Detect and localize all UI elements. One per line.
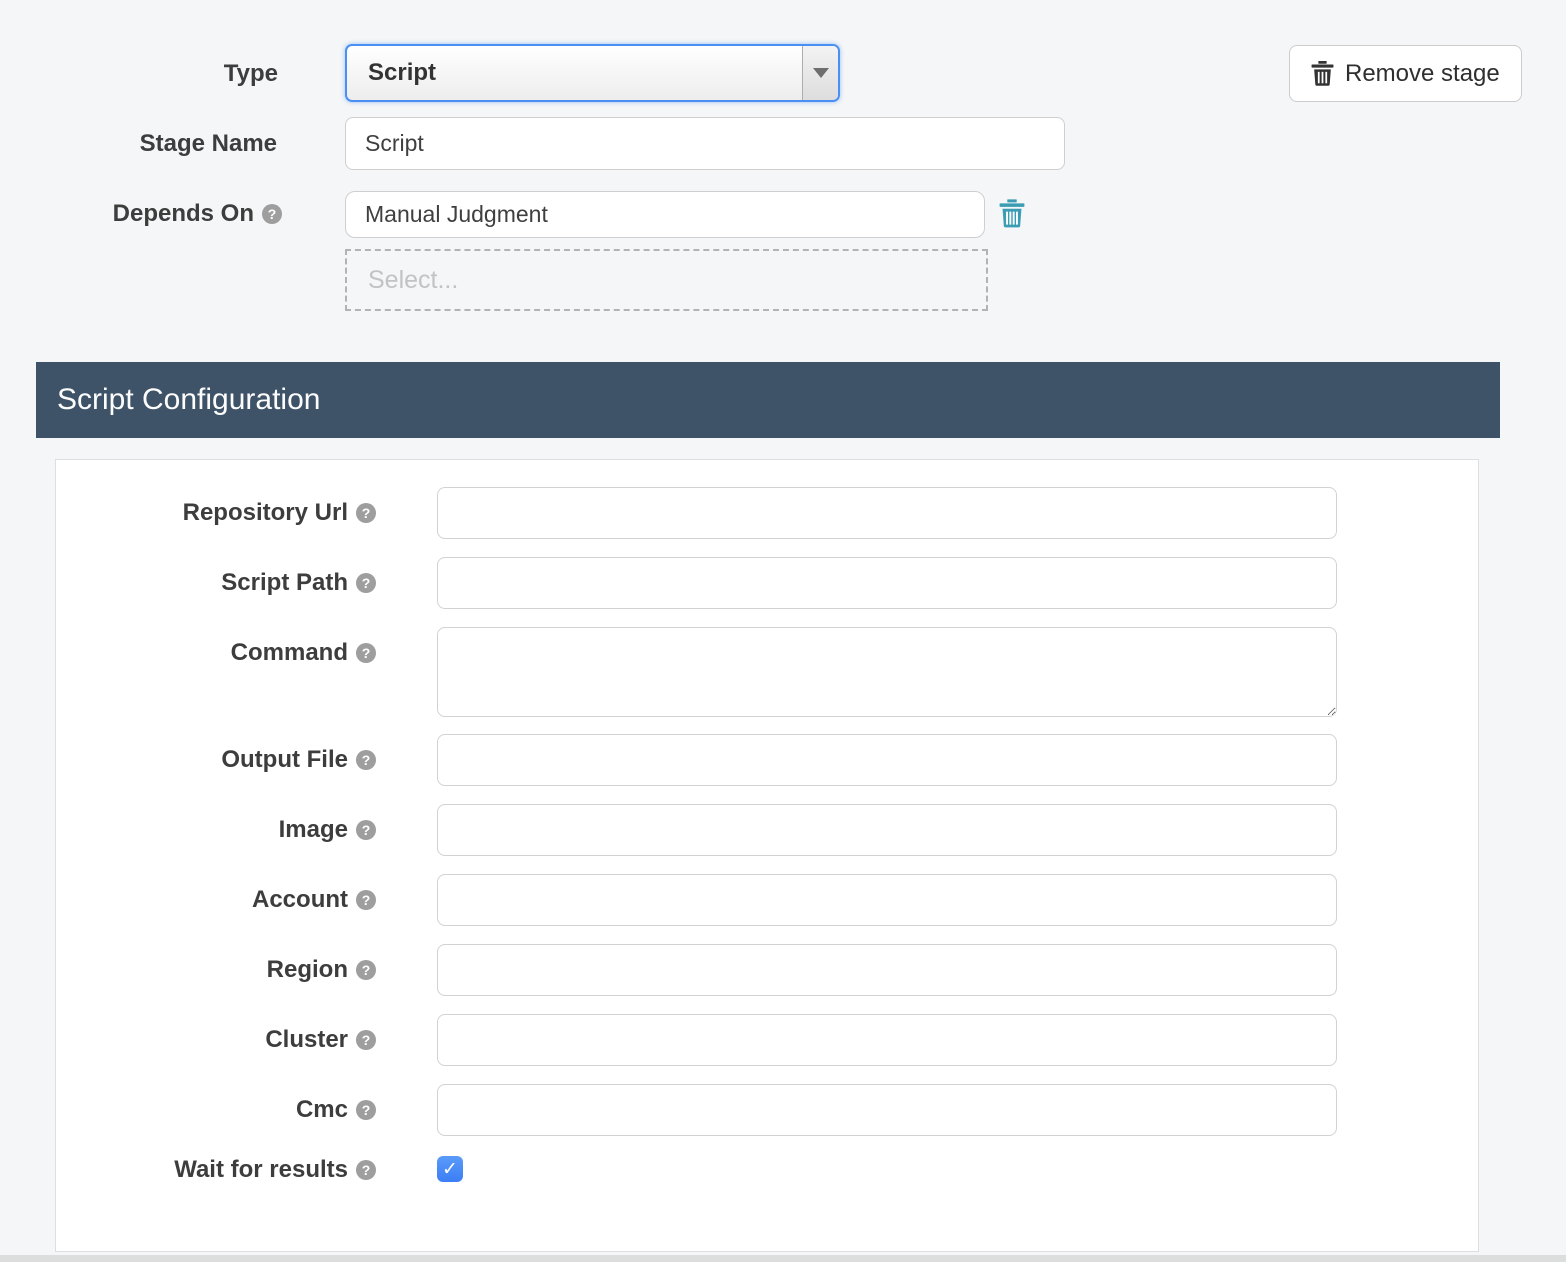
script-path-input[interactable] (437, 557, 1337, 609)
field-control (437, 734, 1337, 786)
help-icon[interactable]: ? (356, 1100, 376, 1120)
field-label-group: Cluster ? (56, 1014, 376, 1066)
field-label-group: Image ? (56, 804, 376, 856)
cluster-input[interactable] (437, 1014, 1337, 1066)
depends-on-add-select-placeholder: Select... (368, 266, 458, 295)
script-configuration-panel: Repository Url ? Script Path ? Command ?… (55, 459, 1479, 1252)
fields-container: Repository Url ? Script Path ? Command ?… (56, 460, 1478, 1184)
field-label: Image (279, 816, 348, 844)
section-title: Script Configuration (57, 383, 320, 417)
help-icon[interactable]: ? (356, 750, 376, 770)
wait-for-results-checkbox[interactable]: ✓ (437, 1156, 463, 1182)
help-icon[interactable]: ? (356, 1160, 376, 1180)
field-label-group: Command ? (56, 627, 376, 679)
field-label-group: Region ? (56, 944, 376, 996)
depends-on-label-group: Depends On ? (40, 200, 282, 228)
type-label: Type (60, 60, 278, 88)
repository-url-input[interactable] (437, 487, 1337, 539)
help-icon[interactable]: ? (262, 204, 282, 224)
remove-dependency-trash-icon[interactable] (999, 199, 1025, 228)
form-field-row: Region ? (56, 944, 1478, 996)
field-label-group: Script Path ? (56, 557, 376, 609)
help-icon[interactable]: ? (356, 503, 376, 523)
chevron-down-icon (802, 46, 838, 100)
form-field-row: Wait for results ? ✓ (56, 1156, 1478, 1184)
field-label: Output File (221, 746, 348, 774)
field-control: ✓ (437, 1156, 463, 1184)
trash-icon (1311, 61, 1334, 86)
field-control (437, 487, 1337, 539)
field-label: Cmc (296, 1096, 348, 1124)
field-label-group: Cmc ? (56, 1084, 376, 1136)
help-icon[interactable]: ? (356, 890, 376, 910)
field-label-group: Output File ? (56, 734, 376, 786)
form-field-row: Cluster ? (56, 1014, 1478, 1066)
stage-config-screen: Type Script Remove stage Stage Name Depe… (0, 0, 1566, 1262)
help-icon[interactable]: ? (356, 643, 376, 663)
form-field-row: Account ? (56, 874, 1478, 926)
divider (0, 1255, 1566, 1262)
field-label: Script Path (221, 569, 348, 597)
help-icon[interactable]: ? (356, 573, 376, 593)
form-field-row: Script Path ? (56, 557, 1478, 609)
field-control (437, 944, 1337, 996)
account-input[interactable] (437, 874, 1337, 926)
depends-on-add-select[interactable]: Select... (345, 249, 988, 311)
image-input[interactable] (437, 804, 1337, 856)
stage-type-select-value: Script (347, 46, 802, 100)
help-icon[interactable]: ? (356, 820, 376, 840)
form-field-row: Command ? (56, 627, 1478, 717)
stage-name-input[interactable] (345, 117, 1065, 170)
form-field-row: Cmc ? (56, 1084, 1478, 1136)
remove-stage-label: Remove stage (1345, 60, 1500, 88)
field-control (437, 804, 1337, 856)
field-label-group: Account ? (56, 874, 376, 926)
field-control (437, 1014, 1337, 1066)
field-control (437, 1084, 1337, 1136)
command-textarea[interactable] (437, 627, 1337, 717)
field-label: Repository Url (183, 499, 348, 527)
field-control (437, 874, 1337, 926)
form-field-row: Output File ? (56, 734, 1478, 786)
field-label: Account (252, 886, 348, 914)
cmc-input[interactable] (437, 1084, 1337, 1136)
stage-type-select[interactable]: Script (345, 44, 840, 102)
help-icon[interactable]: ? (356, 1030, 376, 1050)
form-field-row: Image ? (56, 804, 1478, 856)
section-header: Script Configuration (36, 362, 1500, 438)
field-label: Cluster (265, 1026, 348, 1054)
remove-stage-button[interactable]: Remove stage (1289, 45, 1522, 102)
field-control (437, 627, 1337, 717)
field-label: Region (267, 956, 348, 984)
stage-name-label: Stage Name (60, 130, 277, 158)
form-field-row: Repository Url ? (56, 487, 1478, 539)
output-file-input[interactable] (437, 734, 1337, 786)
field-label-group: Repository Url ? (56, 487, 376, 539)
help-icon[interactable]: ? (356, 960, 376, 980)
field-control (437, 557, 1337, 609)
depends-on-label: Depends On (113, 200, 254, 228)
region-input[interactable] (437, 944, 1337, 996)
field-label: Wait for results (174, 1156, 348, 1184)
field-label: Command (231, 639, 348, 667)
field-label-group: Wait for results ? (56, 1156, 376, 1184)
depends-on-input[interactable] (345, 191, 985, 238)
